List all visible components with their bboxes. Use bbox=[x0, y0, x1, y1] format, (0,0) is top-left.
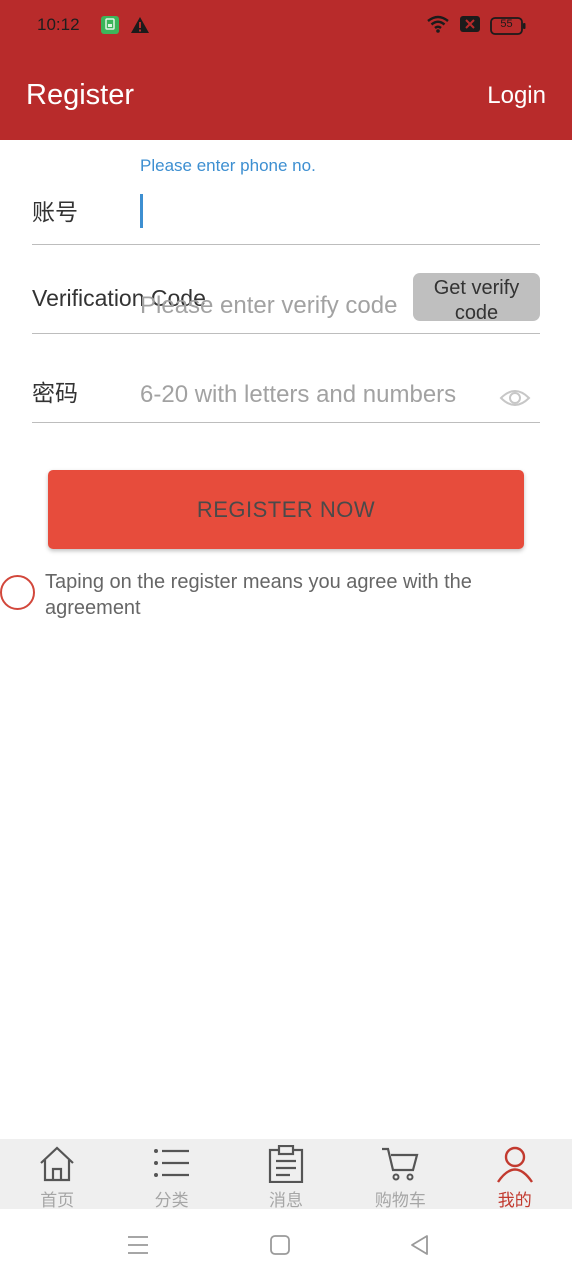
tab-category[interactable]: 分类 bbox=[114, 1139, 228, 1211]
app-bar: Register Login bbox=[0, 52, 572, 140]
agreement-text: Taping on the register means you agree w… bbox=[45, 571, 472, 619]
battery-icon: 55 bbox=[490, 17, 526, 35]
password-label: 密码 bbox=[32, 380, 78, 406]
eye-icon[interactable] bbox=[499, 386, 533, 410]
menu-icon[interactable] bbox=[126, 1233, 150, 1257]
tab-messages-label: 消息 bbox=[268, 1191, 303, 1211]
sim-icon bbox=[100, 15, 120, 39]
phone-row: Please enter phone no. 账号 bbox=[32, 140, 540, 245]
password-input[interactable] bbox=[140, 378, 500, 412]
page-title: Register bbox=[26, 79, 134, 111]
login-link[interactable]: Login bbox=[487, 82, 546, 110]
no-signal-icon bbox=[460, 16, 480, 36]
password-row: 密码 bbox=[32, 334, 540, 423]
home-square-icon[interactable] bbox=[268, 1233, 292, 1257]
tab-messages[interactable]: 消息 bbox=[229, 1139, 343, 1211]
tab-cart-label: 购物车 bbox=[374, 1191, 426, 1211]
bottom-tab-bar: 首页 分类 消息 购物车 我的 bbox=[0, 1139, 572, 1211]
tab-mine-label: 我的 bbox=[497, 1191, 532, 1211]
home-icon bbox=[40, 1146, 74, 1182]
get-verify-code-button[interactable]: Get verify code bbox=[413, 273, 540, 321]
clipboard-icon bbox=[268, 1145, 304, 1183]
list-icon bbox=[153, 1149, 189, 1177]
verify-code-input[interactable] bbox=[140, 289, 415, 323]
battery-level: 55 bbox=[500, 18, 513, 30]
phone-input[interactable] bbox=[140, 192, 538, 228]
status-time: 10:12 bbox=[37, 15, 80, 34]
register-form: Please enter phone no. 账号 Verification C… bbox=[32, 140, 540, 423]
status-bar: 10:12 55 bbox=[0, 0, 572, 52]
system-nav-bar bbox=[0, 1209, 572, 1280]
cart-icon bbox=[382, 1147, 419, 1181]
warning-icon bbox=[130, 16, 150, 38]
phone-hint: Please enter phone no. bbox=[140, 156, 316, 175]
account-label: 账号 bbox=[32, 199, 78, 225]
tab-category-label: 分类 bbox=[154, 1191, 189, 1211]
tab-cart[interactable]: 购物车 bbox=[343, 1139, 457, 1211]
tab-mine[interactable]: 我的 bbox=[458, 1139, 572, 1211]
register-now-button[interactable]: REGISTER NOW bbox=[48, 470, 524, 549]
user-icon bbox=[496, 1146, 533, 1183]
back-icon[interactable] bbox=[408, 1233, 432, 1257]
status-right-icons: 55 bbox=[426, 14, 526, 38]
text-caret bbox=[140, 194, 143, 228]
tab-home-label: 首页 bbox=[40, 1191, 75, 1211]
wifi-icon bbox=[426, 14, 450, 38]
tab-home[interactable]: 首页 bbox=[0, 1139, 114, 1211]
status-left-icons bbox=[100, 15, 150, 39]
agreement-radio[interactable] bbox=[0, 575, 35, 610]
